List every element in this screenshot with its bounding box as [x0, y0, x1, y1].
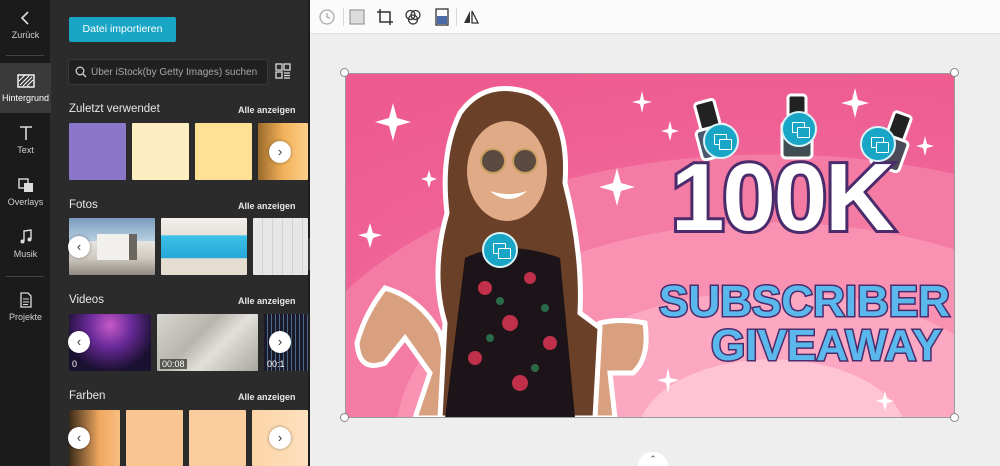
- photos-prev-arrow[interactable]: ‹: [68, 236, 90, 258]
- videos-section-title: Videos: [69, 294, 104, 306]
- rail-background-label: Hintergrund: [1, 93, 50, 103]
- video-duration: 00:08: [160, 359, 187, 369]
- resize-handle[interactable]: [340, 68, 349, 77]
- colors-prev-arrow[interactable]: ‹: [68, 427, 90, 449]
- toolbar-divider: [456, 8, 457, 26]
- rail-projects-label: Projekte: [8, 312, 43, 322]
- color-swatch-3[interactable]: [189, 410, 246, 466]
- top-toolbar: [310, 0, 1000, 34]
- rail-text-label: Text: [17, 145, 34, 155]
- rail-back[interactable]: Zurück: [0, 0, 51, 50]
- workspace: 100K SUBSCRIBER GIVEAWAY ⌃: [310, 0, 1000, 466]
- recent-swatch-2[interactable]: [132, 123, 189, 180]
- photos-section-title: Fotos: [69, 199, 98, 211]
- timer-icon[interactable]: [318, 8, 336, 26]
- resize-handle[interactable]: [950, 68, 959, 77]
- back-arrow-icon: [20, 11, 29, 25]
- rail-divider: [6, 55, 44, 56]
- recent-swatch-1[interactable]: [69, 123, 126, 180]
- flip-icon[interactable]: [462, 8, 480, 26]
- resize-handle[interactable]: [340, 413, 349, 422]
- recent-next-arrow[interactable]: ›: [269, 141, 291, 163]
- text-icon: [19, 126, 32, 140]
- rail-music-label: Musik: [13, 249, 38, 259]
- rail-divider: [6, 276, 44, 277]
- colors-show-all-link[interactable]: Alle anzeigen: [238, 392, 296, 402]
- import-file-button[interactable]: Datei importieren: [69, 17, 176, 42]
- video-duration: 00:1: [267, 359, 285, 369]
- recent-swatch-3[interactable]: [195, 123, 252, 180]
- color-swatch-2[interactable]: [126, 410, 183, 466]
- colors-section-title: Farben: [69, 390, 106, 402]
- recent-section-title: Zuletzt verwendet: [69, 103, 160, 115]
- opacity-icon[interactable]: [433, 8, 451, 26]
- videos-show-all-link[interactable]: Alle anzeigen: [238, 296, 296, 306]
- photo-house-building: [97, 234, 137, 260]
- app: Zurück Hintergrund Text Overlays Musik P…: [0, 0, 1000, 466]
- videos-prev-arrow[interactable]: ‹: [68, 331, 90, 353]
- overlays-icon: [17, 178, 33, 192]
- crop-icon[interactable]: [376, 8, 394, 26]
- selection-frame: [345, 73, 955, 418]
- search-icon: [75, 66, 87, 78]
- rail-overlays-label: Overlays: [7, 197, 44, 207]
- grid-view-icon[interactable]: [275, 63, 291, 79]
- expand-timeline-tab[interactable]: ⌃: [638, 452, 668, 466]
- video-duration: 0: [72, 359, 78, 369]
- colors-next-arrow[interactable]: ›: [269, 427, 291, 449]
- rail-projects[interactable]: Projekte: [0, 282, 51, 332]
- background-icon: [16, 74, 35, 88]
- rail-text[interactable]: Text: [0, 115, 51, 165]
- photos-show-all-link[interactable]: Alle anzeigen: [238, 201, 296, 211]
- video-thumb-2[interactable]: 00:08: [157, 314, 258, 371]
- photo-thumb-wall[interactable]: [253, 218, 308, 275]
- toolbar-divider: [343, 8, 344, 26]
- photo-thumb-pool[interactable]: [161, 218, 247, 275]
- content-panel: Datei importieren Zuletzt verwendet Alle…: [51, 0, 308, 466]
- rail-back-label: Zurück: [11, 30, 40, 40]
- rail-music[interactable]: Musik: [0, 219, 51, 269]
- left-rail: Zurück Hintergrund Text Overlays Musik P…: [0, 0, 51, 466]
- videos-next-arrow[interactable]: ›: [269, 331, 291, 353]
- rail-background[interactable]: Hintergrund: [0, 63, 51, 113]
- recent-show-all-link[interactable]: Alle anzeigen: [238, 105, 296, 115]
- search-input[interactable]: [91, 60, 266, 84]
- music-icon: [20, 229, 32, 244]
- rail-overlays[interactable]: Overlays: [0, 167, 51, 217]
- resize-handle[interactable]: [950, 413, 959, 422]
- projects-icon: [19, 292, 32, 308]
- filter-icon[interactable]: [404, 8, 422, 26]
- background-fill-icon[interactable]: [348, 8, 366, 26]
- search-box: [68, 59, 268, 85]
